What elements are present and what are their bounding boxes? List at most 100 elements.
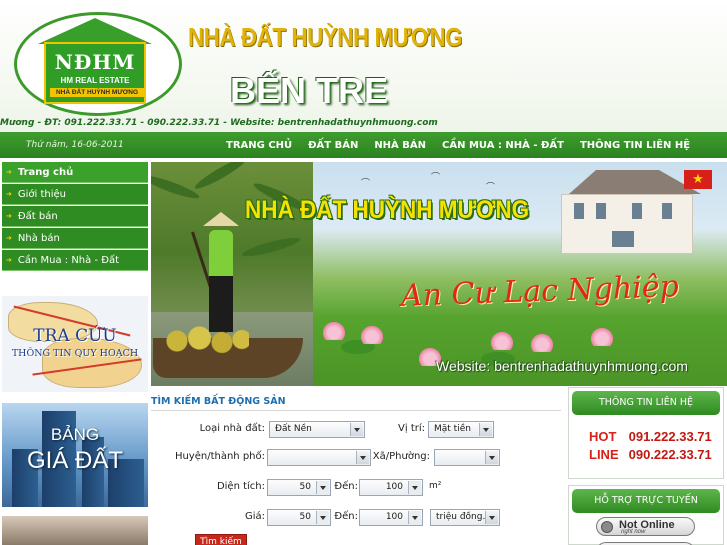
nav-wanted[interactable]: CẦN MUA : NHÀ - ĐẤT [442,140,564,151]
hotline-row: LINE 090.222.33.71 [589,447,712,462]
planning-banner-subtitle: THÔNG TIN QUY HOẠCH [11,348,139,359]
hotline-number[interactable]: 091.222.33.71 [629,429,712,444]
area-label: Diện tích: [216,481,265,492]
villa-window [596,203,606,219]
sidebar-item-about[interactable]: ➜ Giới thiệu [2,184,148,205]
nav-house-for-sale[interactable]: NHÀ BÁN [374,140,426,151]
arrow-right-icon: ➜ [6,212,12,220]
area-to-select[interactable]: 100 [359,479,423,496]
nav-contact[interactable]: THÔNG TIN LIÊN HỆ [580,140,690,151]
area-from-select[interactable]: 50 [267,479,331,496]
ward-select[interactable] [434,449,500,466]
price-from-value: 50 [299,512,311,522]
price-unit-select[interactable]: triệu đồng. [430,509,500,526]
online-support-panel: HỖ TRỢ TRỰC TUYẾN Not Online right now [568,485,724,545]
logo-roof [38,18,152,44]
vietnam-flag-icon: ★ [684,170,712,189]
type-select[interactable]: Đất Nền [269,421,365,438]
bird-icon: ⌒ [361,179,371,189]
nav-home[interactable]: TRANG CHỦ [226,140,292,151]
chevron-down-icon [485,511,498,524]
ward-label: Xã/Phường: [372,451,430,462]
chevron-down-icon [316,481,329,494]
contact-info-panel: THÔNG TIN LIÊN HỆ HOT 091.222.33.71 LINE… [568,387,724,479]
price-to-label: Đến: [334,511,358,522]
hero-banner: ⌒ ⌒ ⌒ ★ NHÀ ĐẤT HUỲNH MƯƠNG An Cư Lạc Ng… [151,162,727,386]
price-label: Giá: [244,511,265,522]
lotus-flower [361,326,383,344]
lotus-flower [531,334,553,352]
position-select[interactable]: Mặt tiền [428,421,494,438]
sidebar-banner-partial[interactable] [2,516,148,545]
area-from-value: 50 [299,482,311,492]
chat-status-subtext: right now [621,529,646,535]
sidebar-item-wanted[interactable]: ➜ Cần Mua : Nhà - Đất [2,250,148,271]
support-panel-heading: HỖ TRỢ TRỰC TUYẾN [572,489,720,513]
coconuts [159,326,249,356]
area-to-value: 100 [385,482,403,492]
villa-roof [569,170,701,194]
sidebar-item-label: Cần Mua : Nhà - Đất [17,254,120,266]
hero-title: NHÀ ĐẤT HUỲNH MƯƠNG [245,196,530,224]
district-select[interactable] [267,449,371,466]
villa-illustration [551,170,701,258]
palm-frond [151,172,201,202]
property-search-form: TÌM KIẾM BẤT ĐỘNG SẢN Loại nhà đất: Đất … [151,391,561,545]
divider [151,410,561,411]
logo-name: NHÀ ĐẤT HUỲNH MƯƠNG [50,88,144,97]
planning-lookup-banner[interactable]: TRA CỨU THÔNG TIN QUY HOẠCH [2,296,148,392]
hotline-row: HOT 091.222.33.71 [589,429,712,444]
boat-woman [209,230,233,278]
district-label: Huyện/thành phố: [174,451,265,462]
villa-window [632,203,642,219]
sidebar-menu: ➜ Trang chủ ➜ Giới thiệu ➜ Đất bán ➜ Nhà… [2,162,148,272]
bird-icon: ⌒ [486,183,496,193]
price-unit-value: triệu đồng. [436,512,486,522]
sidebar-item-house[interactable]: ➜ Nhà bán [2,228,148,249]
current-date: Thứ năm, 16-06-2011 [26,140,124,150]
sidebar-item-home[interactable]: ➜ Trang chủ [2,162,148,183]
sidebar-item-land[interactable]: ➜ Đất bán [2,206,148,227]
arrow-right-icon: ➜ [6,256,12,264]
price-to-select[interactable]: 100 [359,509,423,526]
logo-initials: NĐHM [54,50,136,74]
planning-banner-title: TRA CỨU [33,326,117,346]
contact-marquee: Mương - ĐT: 091.222.33.71 - 090.222.33.7… [0,118,440,128]
lotus-flower [491,332,513,350]
arrow-right-icon: ➜ [6,234,12,242]
brand-city: BẾN TRE [230,70,389,111]
position-label: Vị trí: [398,423,425,434]
lotus-flower [591,328,613,346]
sidebar-item-label: Đất bán [17,210,58,222]
land-price-banner[interactable]: BẢNG GIÁ ĐẤT [2,403,148,507]
area-unit: m² [429,481,442,491]
logo-tagline: HM REAL ESTATE [60,76,130,85]
sidebar-item-label: Trang chủ [17,166,74,178]
chevron-down-icon [408,511,421,524]
chevron-down-icon [316,511,329,524]
type-label: Loại nhà đất: [199,423,265,434]
chat-status-button[interactable]: Not Online right now [596,517,695,536]
search-heading: TÌM KIẾM BẤT ĐỘNG SẢN [151,396,286,407]
chevron-down-icon [485,451,498,464]
position-select-value: Mặt tiền [434,424,471,434]
arrow-right-icon: ➜ [6,190,12,198]
chevron-down-icon [356,451,369,464]
sidebar-item-label: Giới thiệu [17,188,67,200]
search-button[interactable]: Tìm kiếm [195,534,247,545]
nav-land-for-sale[interactable]: ĐẤT BÁN [308,140,358,151]
arrow-right-icon: ➜ [6,168,12,176]
hero-slogan: An Cư Lạc Nghiệp [400,269,680,314]
offline-status-icon [601,521,613,533]
boat-woman-legs [209,276,233,332]
page: NĐHM HM REAL ESTATE NHÀ ĐẤT HUỲNH MƯƠNG … [0,0,727,545]
hotline-key: LINE [589,447,619,462]
hotline-number[interactable]: 090.222.33.71 [629,447,712,462]
logo-house-icon[interactable]: NĐHM HM REAL ESTATE NHÀ ĐẤT HUỲNH MƯƠNG [38,18,152,104]
price-to-value: 100 [385,512,403,522]
palm-frond [240,234,302,260]
chevron-down-icon [479,423,492,436]
villa-window [574,203,584,219]
price-from-select[interactable]: 50 [267,509,331,526]
hotline-key: HOT [589,429,617,444]
